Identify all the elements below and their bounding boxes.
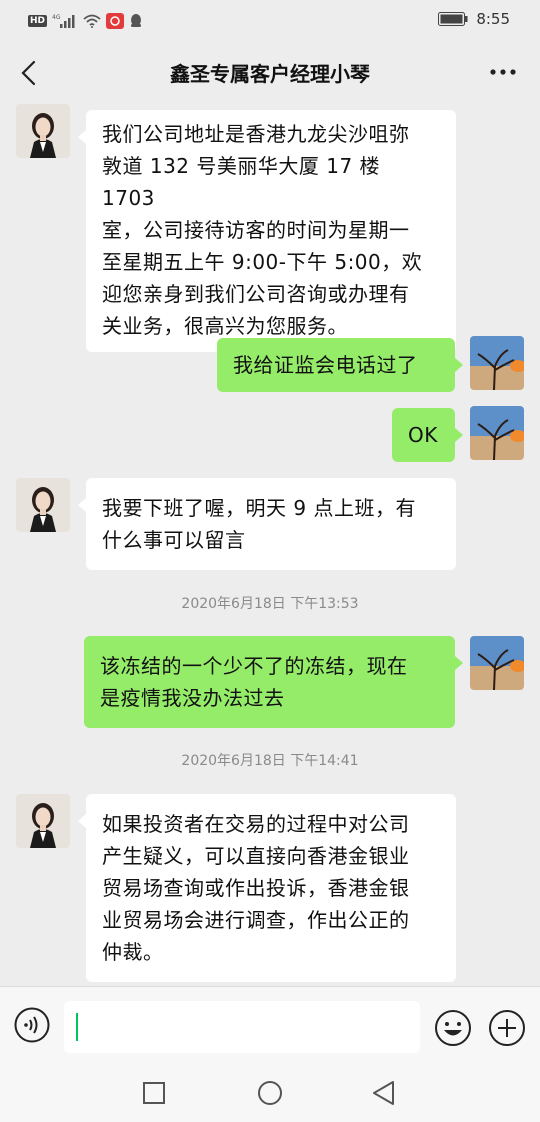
message-line: 至星期五上午 9:00-下午 5:00，欢 xyxy=(102,250,423,274)
contact-avatar[interactable] xyxy=(16,104,70,158)
contact-avatar[interactable] xyxy=(16,478,70,532)
more-button[interactable] xyxy=(488,62,518,82)
chat-area[interactable]: 我们公司地址是香港九龙尖沙咀弥 敦道 132 号美丽华大厦 17 楼 1703 … xyxy=(0,104,540,986)
page-title: 鑫圣专属客户经理小琴 xyxy=(170,62,370,86)
voice-input-button[interactable] xyxy=(14,1007,50,1043)
battery-icon xyxy=(438,12,468,26)
emoji-icon xyxy=(435,1010,471,1046)
message-line: 室，公司接待访客的时间为星期一 xyxy=(102,218,410,242)
emoji-button[interactable] xyxy=(434,1009,472,1047)
message-input[interactable] xyxy=(64,1001,420,1053)
message-line: OK xyxy=(408,423,438,447)
nav-back-button[interactable] xyxy=(371,1080,397,1106)
user-avatar[interactable] xyxy=(470,636,524,690)
circle-icon xyxy=(258,1081,282,1105)
status-left: HD 4G xyxy=(28,12,143,30)
plus-circle-icon xyxy=(489,1010,525,1046)
message-bubble-incoming[interactable]: 如果投资者在交易的过程中对公司 产生疑义，可以直接向香港金银业 贸易场查询或作出… xyxy=(78,794,456,982)
message-bubble-incoming[interactable]: 我们公司地址是香港九龙尖沙咀弥 敦道 132 号美丽华大厦 17 楼 1703 … xyxy=(78,110,456,352)
chat-header: 鑫圣专属客户经理小琴 xyxy=(0,42,540,104)
message-line: 我给证监会电话过了 xyxy=(233,353,418,377)
system-nav-bar xyxy=(0,1068,540,1122)
status-right: 8:55 xyxy=(438,10,510,28)
user-avatar[interactable] xyxy=(470,406,524,460)
input-bar xyxy=(0,986,540,1069)
message-line: 什么事可以留言 xyxy=(102,528,246,552)
message-line: 是疫情我没办法过去 xyxy=(100,686,285,710)
more-functions-button[interactable] xyxy=(488,1009,526,1047)
message-timestamp: 2020年6月18日 下午13:53 xyxy=(181,596,359,612)
message-line: 该冻结的一个少不了的冻结，现在 xyxy=(100,654,408,678)
message-bubble-incoming[interactable]: 我要下班了喔，明天 9 点上班，有 什么事可以留言 xyxy=(78,478,456,570)
message-line: 我们公司地址是香港九龙尖沙咀弥 xyxy=(102,122,410,146)
message-line: 敦道 132 号美丽华大厦 17 楼 1703 xyxy=(102,154,381,210)
voice-icon xyxy=(14,1007,50,1043)
text-caret xyxy=(76,1013,78,1041)
recent-apps-button[interactable] xyxy=(143,1082,165,1104)
message-bubble-outgoing[interactable]: OK xyxy=(392,408,463,462)
status-bar: HD 4G 8:55 xyxy=(0,0,540,42)
message-line: 业贸易场会进行调查，作出公正的 xyxy=(102,908,410,932)
user-avatar[interactable] xyxy=(470,336,524,390)
message-line: 产生疑义，可以直接向香港金银业 xyxy=(102,844,410,868)
notification-app-icon xyxy=(106,13,125,29)
message-line: 迎您亲身到我们公司咨询或办理有 xyxy=(102,282,410,306)
contact-avatar[interactable] xyxy=(16,794,70,848)
message-timestamp: 2020年6月18日 下午14:41 xyxy=(181,753,359,769)
message-line: 仲裁。 xyxy=(102,940,164,964)
message-line: 我要下班了喔，明天 9 点上班，有 xyxy=(102,496,416,520)
network-label: 4G xyxy=(52,14,61,21)
signal-icon: 4G xyxy=(52,14,75,28)
message-bubble-outgoing[interactable]: 我给证监会电话过了 xyxy=(217,338,463,392)
wifi-icon xyxy=(83,14,101,28)
hd-badge: HD xyxy=(28,15,48,27)
qq-icon xyxy=(131,14,142,27)
triangle-back-icon xyxy=(373,1081,394,1105)
square-icon xyxy=(143,1082,165,1104)
message-line: 如果投资者在交易的过程中对公司 xyxy=(102,812,410,836)
message-bubble-outgoing[interactable]: 该冻结的一个少不了的冻结，现在 是疫情我没办法过去 xyxy=(84,636,463,728)
home-button[interactable] xyxy=(257,1080,283,1106)
more-horizontal-icon xyxy=(490,69,516,75)
status-time: 8:55 xyxy=(476,10,510,28)
message-line: 贸易场查询或作出投诉，香港金银 xyxy=(102,876,410,900)
